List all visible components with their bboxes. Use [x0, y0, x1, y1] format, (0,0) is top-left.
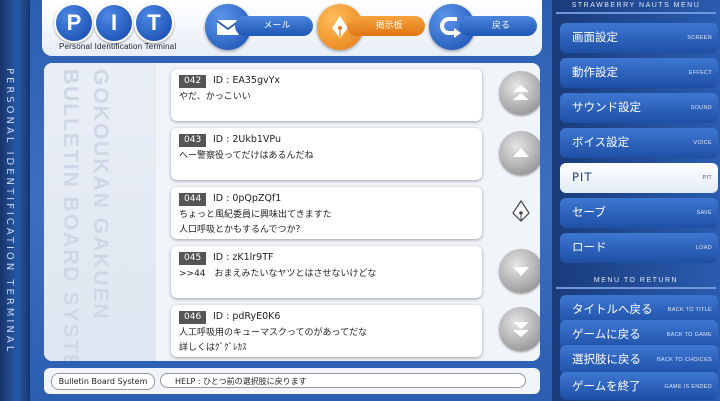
menu-item-sublabel: VOICE: [693, 140, 712, 146]
menu-item-voice-settings[interactable]: ボイス設定 VOICE: [560, 128, 718, 158]
menu-item-pit[interactable]: PIT PIT: [560, 163, 718, 193]
post-text-line-2: 詳しくはｸﾞｸﾞﾚｶｽ: [179, 343, 247, 353]
bulletin-board-button-label: 掲示板: [347, 16, 425, 36]
mail-button-label: メール: [235, 16, 313, 36]
back-button[interactable]: 戻る: [429, 4, 541, 50]
double-chevron-up-icon: [513, 85, 529, 100]
menu-header: STRAWBERRY NAUTS MENU: [571, 2, 701, 9]
post-id: ID : 0pQpZQf1: [213, 193, 282, 204]
logo-letter-i: I: [94, 3, 134, 43]
post-text-line-1: やだ、かっこいい: [179, 92, 251, 102]
pen-nib-icon: [512, 199, 530, 222]
post-045: 045 ID : zK1lr9TF >>44 おまえみたいなヤツとはさせないけど…: [171, 246, 482, 298]
menu-item-back-to-choices[interactable]: 選択肢に戻る BACK TO CHOICES: [560, 345, 718, 375]
menu-item-label: サウンド設定: [572, 100, 641, 114]
side-title-line-2: BULLETIN BOARD SYSTEM: [59, 69, 82, 361]
logo-subtitle: Personal Identification Terminal: [59, 42, 177, 51]
menu-item-screen-settings[interactable]: 画面設定 SCREEN: [560, 23, 718, 53]
menu-item-effect-settings[interactable]: 動作設定 EFFECT: [560, 58, 718, 88]
header-bar: P I T Personal Identification Terminal メ…: [42, 0, 542, 56]
logo-letter-t: T: [134, 3, 174, 43]
post-043: 043 ID : 2Ukb1VPu へー警察役ってだけはあるんだね: [171, 128, 482, 180]
post-number: 046: [179, 311, 207, 324]
post-id: ID : EA35gvYx: [213, 75, 281, 86]
left-strip-text: PERSONAL IDENTIFICATION TERMINAL: [4, 68, 15, 355]
left-vertical-strip: PERSONAL IDENTIFICATION TERMINAL: [0, 0, 30, 401]
post-042: 042 ID : EA35gvYx やだ、かっこいい: [171, 69, 482, 121]
menu-item-sublabel: BACK TO TITLE: [667, 307, 712, 313]
footer-bar: Bulletin Board System HELP : ひとつ前の選択肢に戻り…: [44, 368, 540, 394]
menu-item-label: タイトルへ戻る: [572, 302, 653, 316]
menu-item-label: ロード: [572, 240, 607, 254]
game-menu: STRAWBERRY NAUTS MENU 画面設定 SCREEN 動作設定 E…: [552, 0, 720, 401]
chevron-up-icon: [513, 148, 529, 157]
post-text-line-1: ちょっと風紀委員に興味出てきますた: [179, 210, 332, 220]
post-id: ID : 2Ukb1VPu: [213, 134, 282, 145]
post-id: ID : pdRyE0K6: [213, 311, 281, 322]
menu-item-sublabel: SOUND: [690, 105, 712, 111]
post-number: 043: [179, 134, 207, 147]
post-text-line-1: 人工呼吸用のキューマスクってのがあってだな: [179, 328, 368, 338]
scroll-up-button[interactable]: [499, 131, 540, 175]
bulletin-board-panel: GOKOUKAN GAKUEN BULLETIN BOARD SYSTEM 04…: [44, 63, 540, 361]
scroll-page-down-button[interactable]: [499, 307, 540, 351]
menu-item-label: ゲームに戻る: [572, 327, 641, 341]
menu-item-label: ゲームを終了: [572, 379, 641, 393]
menu-return-header: MENU TO RETURN: [593, 277, 679, 284]
scroll-down-button[interactable]: [499, 249, 540, 293]
post-id: ID : zK1lr9TF: [213, 252, 274, 263]
menu-item-label: 動作設定: [572, 65, 618, 79]
main-area: P I T Personal Identification Terminal メ…: [30, 0, 552, 401]
post-number: 042: [179, 75, 207, 88]
menu-item-sublabel: PIT: [702, 175, 712, 181]
logo-letter-p: P: [54, 3, 94, 43]
menu-item-sublabel: EFFECT: [688, 70, 712, 76]
menu-item-sublabel: LOAD: [695, 245, 712, 251]
board-side-title: GOKOUKAN GAKUEN BULLETIN BOARD SYSTEM: [44, 63, 156, 361]
menu-divider: [556, 12, 716, 14]
menu-item-label: ボイス設定: [572, 135, 630, 149]
menu-item-sublabel: BACK TO CHOICES: [656, 357, 712, 363]
post-text-line-2: 人口呼吸とかもするんでつか？: [179, 225, 305, 235]
menu-item-label: 画面設定: [572, 30, 618, 44]
post-text-line-1: へー警察役ってだけはあるんだね: [179, 151, 314, 161]
menu-item-save[interactable]: セーブ SAVE: [560, 198, 718, 228]
menu-item-load[interactable]: ロード LOAD: [560, 233, 718, 263]
side-title-line-1: GOKOUKAN GAKUEN: [89, 69, 112, 321]
mail-button[interactable]: メール: [205, 4, 317, 50]
double-chevron-down-icon: [513, 322, 529, 337]
post-044: 044 ID : 0pQpZQf1 ちょっと風紀委員に興味出てきますた 人口呼吸…: [171, 187, 482, 239]
menu-item-sublabel: GAME IS ENDED: [664, 384, 712, 390]
menu-item-sublabel: SCREEN: [687, 35, 712, 41]
footer-title: Bulletin Board System: [51, 373, 155, 390]
menu-divider: [556, 287, 716, 289]
scroll-page-up-button[interactable]: [499, 71, 540, 115]
menu-item-label: 選択肢に戻る: [572, 352, 641, 366]
post-046: 046 ID : pdRyE0K6 人工呼吸用のキューマスクってのがあってだな …: [171, 305, 482, 357]
post-number: 045: [179, 252, 207, 265]
bulletin-board-button[interactable]: 掲示板: [317, 4, 429, 50]
post-text-line-1: >>44 おまえみたいなヤツとはさせないけどな: [179, 269, 377, 279]
chevron-down-icon: [513, 267, 529, 276]
help-text: HELP : ひとつ前の選択肢に戻ります: [160, 373, 526, 388]
menu-item-label: セーブ: [572, 205, 606, 219]
menu-item-label: PIT: [572, 170, 593, 184]
menu-item-sublabel: SAVE: [696, 210, 712, 216]
back-button-label: 戻る: [459, 16, 537, 36]
menu-item-quit-game[interactable]: ゲームを終了 GAME IS ENDED: [560, 372, 718, 400]
menu-item-sublabel: BACK TO GAME: [666, 332, 712, 338]
menu-item-sound-settings[interactable]: サウンド設定 SOUND: [560, 93, 718, 123]
post-number: 044: [179, 193, 207, 206]
